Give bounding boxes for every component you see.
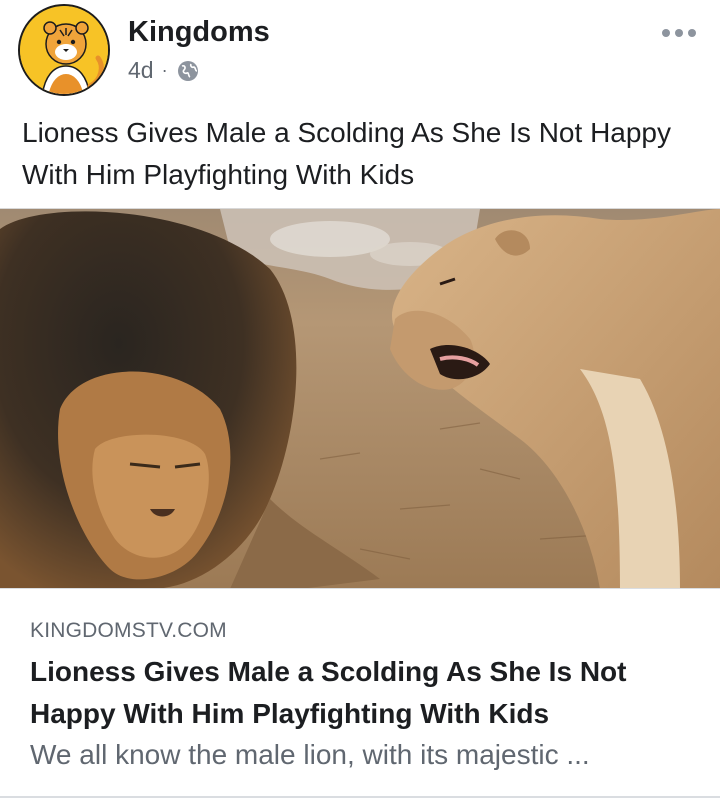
more-horizontal-icon <box>662 29 670 37</box>
globe-icon <box>177 60 198 81</box>
post-timestamp[interactable]: 4d <box>128 57 154 84</box>
tiger-logo-icon <box>20 6 108 94</box>
link-domain: KINGDOMSTV.COM <box>30 619 227 642</box>
more-options-button[interactable] <box>662 26 698 40</box>
link-title: Lioness Gives Male a Scolding As She Is … <box>30 656 627 729</box>
link-preview-info[interactable]: KINGDOMSTV.COM Lioness Gives Male a Scol… <box>0 588 720 798</box>
lion-photo <box>0 209 720 588</box>
meta-separator: · <box>161 60 168 80</box>
link-preview-image[interactable] <box>0 208 720 588</box>
page-avatar[interactable] <box>18 4 110 96</box>
post-message: Lioness Gives Male a Scolding As She Is … <box>22 117 672 190</box>
post-meta: 4d · <box>128 57 200 84</box>
link-preview-card[interactable]: KINGDOMSTV.COM Lioness Gives Male a Scol… <box>0 208 720 798</box>
page-name-link[interactable]: Kingdoms <box>128 16 270 49</box>
link-description: We all know the male lion, with its maje… <box>30 739 590 770</box>
post-header: Kingdoms 4d · <box>0 0 720 110</box>
